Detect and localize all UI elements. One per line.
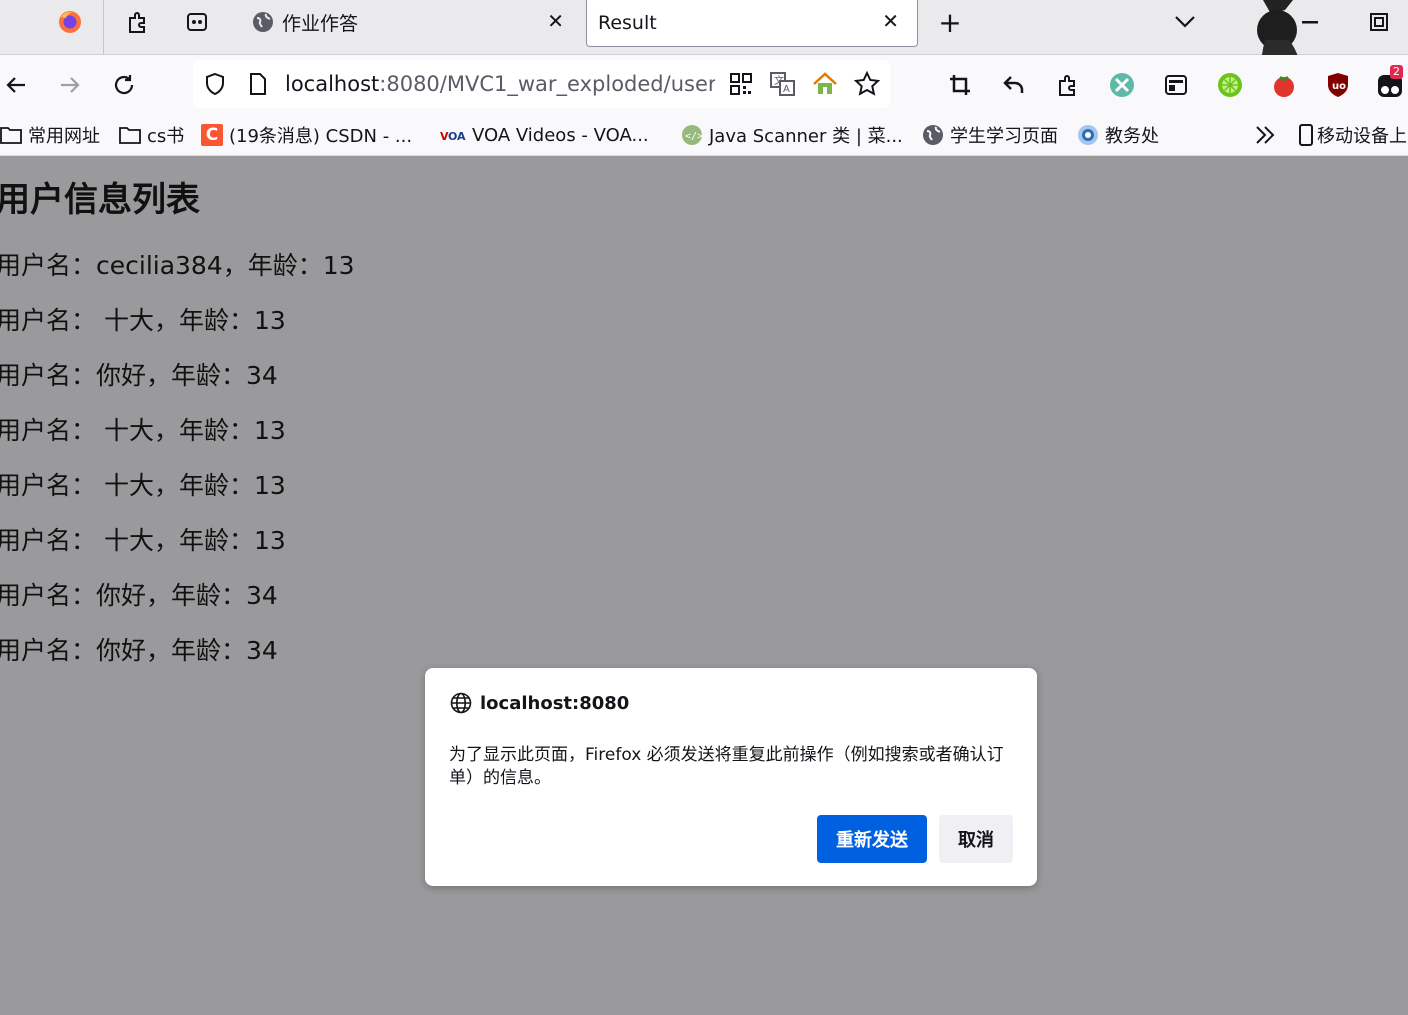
- bookmark-folder[interactable]: 常用网址: [0, 122, 100, 148]
- globe-outline-icon: [450, 692, 472, 714]
- close-icon[interactable]: ✕: [547, 9, 564, 33]
- undo-icon[interactable]: [998, 69, 1030, 101]
- notification-badge: 2: [1390, 65, 1403, 79]
- navigation-toolbar: localhost:8080/MVC1_war_exploded/user-se…: [0, 55, 1408, 115]
- bookmark-label: 学生学习页面: [950, 126, 1058, 147]
- jwc-icon: [1077, 124, 1099, 146]
- svg-text:OA: OA: [448, 130, 466, 142]
- tomato-extension-icon[interactable]: [1268, 69, 1300, 101]
- cancel-button[interactable]: 取消: [939, 815, 1013, 863]
- reload-icon[interactable]: [108, 69, 140, 101]
- tab-strip-divider: [103, 0, 104, 54]
- page-icon[interactable]: [247, 72, 269, 100]
- svg-text:uo: uo: [1332, 81, 1346, 92]
- svg-text:</>: </>: [685, 131, 703, 142]
- tab-label: Result: [598, 12, 657, 34]
- resend-dialog: localhost:8080 为了显示此页面，Firefox 必须发送将重复此前…: [425, 668, 1037, 886]
- runoob-icon: </>: [681, 124, 703, 146]
- plus-icon[interactable]: +: [936, 6, 964, 39]
- chevron-down-icon[interactable]: [1171, 8, 1199, 36]
- bookmark-label: (19条消息) CSDN - ...: [229, 126, 413, 147]
- globe-icon: [253, 12, 273, 32]
- bookmark-item[interactable]: V OA VOA Videos - VOA...: [440, 122, 649, 148]
- url-text[interactable]: localhost:8080/MVC1_war_exploded/user-se: [285, 72, 715, 96]
- user-row: 用户名：你好，年龄：34: [0, 581, 278, 610]
- bookmark-label: Java Scanner 类 | 菜...: [709, 126, 903, 147]
- forward-icon[interactable]: [54, 69, 86, 101]
- user-row: 用户名： 十大，年龄：13: [0, 306, 286, 335]
- bookmark-item[interactable]: C (19条消息) CSDN - ...: [201, 122, 412, 148]
- close-icon[interactable]: ✕: [882, 9, 899, 33]
- tab-label: 作业作答: [282, 12, 359, 35]
- lime-extension-icon[interactable]: [1214, 69, 1246, 101]
- bookmark-folder[interactable]: cs书: [119, 122, 184, 148]
- sidebar-icon[interactable]: [183, 8, 211, 36]
- user-row: 用户名： 十大，年龄：13: [0, 471, 286, 500]
- minimize-icon[interactable]: [1296, 8, 1324, 36]
- dialog-origin: localhost:8080: [480, 692, 630, 714]
- tampermonkey-icon[interactable]: 2: [1376, 65, 1408, 101]
- user-row: 用户名： 十大，年龄：13: [0, 416, 286, 445]
- csdn-icon: C: [201, 124, 223, 146]
- dialog-header: localhost:8080: [450, 692, 629, 714]
- tab-strip: 作业作答 ✕ Result ✕ +: [0, 0, 1408, 98]
- bookmark-label: 教务处: [1105, 126, 1159, 147]
- phone-icon: [1298, 124, 1314, 146]
- puzzle-icon[interactable]: [124, 8, 152, 36]
- bookmark-item[interactable]: 教务处: [1077, 122, 1159, 148]
- firefox-logo-icon[interactable]: [56, 8, 84, 36]
- globe-icon: [922, 124, 944, 146]
- user-row: 用户名：cecilia384，年龄：13: [0, 251, 355, 280]
- url-bar[interactable]: localhost:8080/MVC1_war_exploded/user-se…: [193, 60, 890, 108]
- chevron-double-right-icon[interactable]: [1254, 122, 1276, 148]
- translate-icon[interactable]: 文A: [770, 72, 796, 100]
- bookmark-item[interactable]: </> Java Scanner 类 | 菜...: [681, 122, 903, 148]
- tab-homework[interactable]: 作业作答 ✕: [252, 0, 582, 44]
- bookmark-item[interactable]: 学生学习页面: [922, 122, 1058, 148]
- folder-icon: [119, 124, 141, 146]
- star-icon[interactable]: [853, 70, 881, 101]
- bookmark-label: VOA Videos - VOA...: [472, 124, 649, 146]
- puzzle-icon[interactable]: [1052, 69, 1084, 101]
- voa-icon: V OA: [440, 124, 466, 146]
- bookmark-label: cs书: [147, 126, 185, 147]
- tools-extension-icon[interactable]: [1106, 69, 1138, 101]
- page-title: 用户信息列表: [0, 180, 200, 220]
- crop-icon[interactable]: [944, 69, 976, 101]
- home-icon[interactable]: [812, 72, 838, 100]
- bookmark-label: 移动设备上: [1317, 126, 1407, 147]
- bookmarks-toolbar: 常用网址 cs书 C (19条消息) CSDN - ... V OA VOA Vi…: [0, 115, 1408, 156]
- user-row: 用户名： 十大，年龄：13: [0, 526, 286, 555]
- mobile-bookmarks[interactable]: 移动设备上: [1298, 122, 1407, 148]
- resend-button[interactable]: 重新发送: [817, 815, 927, 863]
- back-icon[interactable]: [0, 69, 32, 101]
- folder-icon: [0, 124, 22, 146]
- bookmark-label: 常用网址: [28, 126, 100, 147]
- reader-extension-icon[interactable]: [1160, 69, 1192, 101]
- svg-text:A: A: [783, 84, 790, 95]
- user-row: 用户名：你好，年龄：34: [0, 636, 278, 665]
- shield-icon[interactable]: [203, 72, 227, 100]
- dialog-message: 为了显示此页面，Firefox 必须发送将重复此前操作（例如搜索或者确认订单）的…: [449, 745, 1004, 788]
- restore-icon[interactable]: [1365, 8, 1393, 36]
- qr-code-icon[interactable]: [729, 72, 753, 100]
- ublock-icon[interactable]: uo: [1322, 69, 1354, 101]
- user-row: 用户名：你好，年龄：34: [0, 361, 278, 390]
- tab-result[interactable]: Result ✕: [586, 0, 918, 47]
